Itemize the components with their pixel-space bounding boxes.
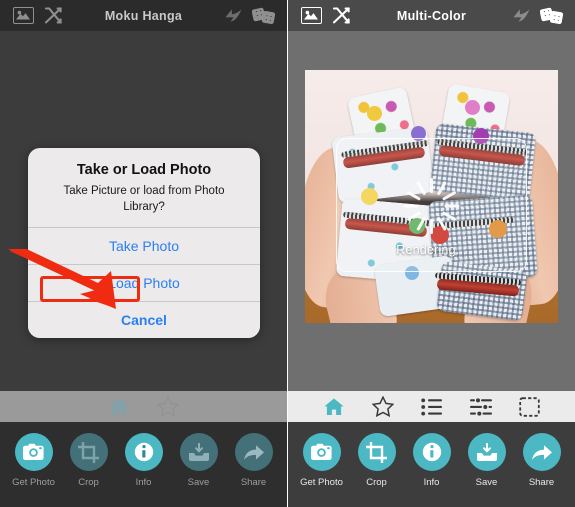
dice-icon[interactable] (537, 4, 567, 28)
share-button[interactable]: Share (516, 433, 568, 488)
dice-icon[interactable] (249, 4, 279, 28)
left-top-toolbar: Moku Hanga (0, 0, 287, 31)
sidebar-item-favorites[interactable] (155, 396, 181, 418)
tool-label: Info (135, 477, 152, 488)
sidebar-item-home[interactable] (321, 396, 347, 418)
crop-button[interactable]: Crop (63, 433, 115, 488)
left-tab-bar (0, 391, 287, 422)
save-button[interactable]: Save (173, 433, 225, 488)
tool-label: Get Photo (12, 477, 55, 488)
tool-label: Crop (366, 477, 387, 488)
take-photo-button[interactable]: Take Photo (28, 227, 260, 265)
sidebar-item-favorites[interactable] (370, 396, 396, 418)
tool-label: Share (240, 477, 267, 488)
left-bottom-toolbar: Get Photo Crop Info Save Share (0, 422, 287, 507)
undo-icon[interactable] (507, 4, 537, 28)
get-photo-button[interactable]: Get Photo (296, 433, 348, 488)
dialog-message: Take Picture or load from Photo Library? (63, 185, 225, 213)
take-or-load-photo-dialog: Take or Load Photo Take Picture or load … (28, 148, 260, 339)
right-top-toolbar: Multi-Color (288, 0, 575, 31)
screenshot-stage: Moku Hanga Get Photo Crop Info Save Shar… (0, 0, 575, 507)
sidebar-item-adjust[interactable] (468, 396, 494, 418)
info-button[interactable]: Info (118, 433, 170, 488)
info-button[interactable]: Info (406, 433, 458, 488)
tool-label: Save (187, 477, 210, 488)
crop-button[interactable]: Crop (351, 433, 403, 488)
photo-frame-icon[interactable] (296, 4, 326, 28)
shuffle-icon[interactable] (326, 4, 356, 28)
right-app-title: Multi-Color (396, 8, 467, 23)
sidebar-item-presets[interactable] (419, 396, 445, 418)
tool-label: Share (528, 477, 555, 488)
undo-icon[interactable] (219, 4, 249, 28)
save-button[interactable]: Save (461, 433, 513, 488)
left-app-title: Moku Hanga (104, 8, 183, 23)
right-bottom-toolbar: Get Photo Crop Info Save Share (288, 422, 575, 507)
photo-frame-icon[interactable] (8, 4, 38, 28)
left-screen: Moku Hanga Get Photo Crop Info Save Shar… (0, 0, 287, 507)
photo-preview[interactable]: Rendering... (305, 70, 558, 323)
sidebar-item-home[interactable] (106, 396, 132, 418)
right-tab-bar (288, 391, 575, 422)
load-photo-button[interactable]: Load Photo (28, 264, 260, 302)
tool-label: Info (423, 477, 440, 488)
photo-content: Rendering... (305, 70, 558, 323)
rendering-overlay: Rendering... (336, 138, 527, 272)
share-button[interactable]: Share (228, 433, 280, 488)
right-screen: Multi-Color Rendering... Get Photo Crop … (288, 0, 575, 507)
dialog-header: Take or Load Photo Take Picture or load … (28, 148, 260, 227)
cancel-button[interactable]: Cancel (28, 301, 260, 339)
sidebar-item-frame[interactable] (517, 396, 543, 418)
dialog-title: Take or Load Photo (76, 162, 212, 178)
tool-label: Get Photo (300, 477, 343, 488)
rendering-status-label: Rendering... (396, 243, 467, 257)
get-photo-button[interactable]: Get Photo (8, 433, 60, 488)
tool-label: Crop (78, 477, 99, 488)
shuffle-icon[interactable] (38, 4, 68, 28)
tool-label: Save (475, 477, 498, 488)
